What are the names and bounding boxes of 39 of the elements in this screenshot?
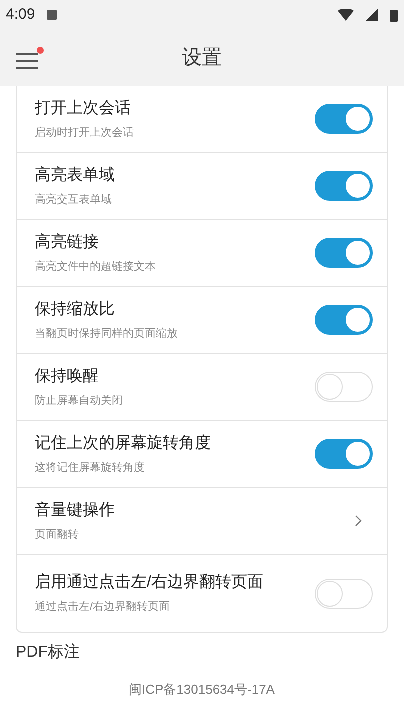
settings-row[interactable]: 保持唤醒 防止屏幕自动关闭 (17, 353, 387, 420)
notification-icon (47, 10, 58, 20)
setting-description: 高亮文件中的超链接文本 (35, 260, 157, 274)
toggle-switch[interactable] (315, 171, 373, 201)
setting-description: 启动时打开上次会话 (35, 126, 135, 140)
page-title: 设置 (182, 46, 222, 71)
setting-description: 通过点击左/右边界翻转页面 (35, 601, 172, 614)
setting-description: 防止屏幕自动关闭 (35, 394, 124, 408)
setting-title: 打开上次会话 (35, 98, 132, 118)
signal-icon (366, 9, 378, 21)
setting-description: 页面翻转 (35, 528, 80, 542)
setting-title: 高亮链接 (35, 232, 100, 252)
settings-row[interactable]: 打开上次会话 启动时打开上次会话 (17, 86, 387, 152)
settings-row[interactable]: 启用通过点击左/右边界翻转页面 通过点击左/右边界翻转页面 (17, 554, 387, 632)
setting-title: 保持缩放比 (35, 300, 116, 320)
setting-title: 音量键操作 (35, 500, 116, 520)
chevron-right-icon (355, 515, 363, 527)
toggle-switch[interactable] (315, 104, 373, 134)
status-time: 4:09 (6, 4, 36, 25)
setting-description: 这将记住屏幕旋转角度 (35, 462, 146, 474)
icp-license: 闽ICP备13015634号-17A (129, 680, 275, 699)
settings-row[interactable]: 高亮链接 高亮文件中的超链接文本 (17, 219, 387, 286)
toggle-switch[interactable] (315, 439, 373, 469)
settings-row[interactable]: 保持缩放比 当翻页时保持同样的页面缩放 (17, 286, 387, 353)
menu-button[interactable] (16, 47, 44, 69)
battery-icon (390, 8, 398, 22)
section-heading: PDF标注 (16, 643, 81, 663)
settings-row[interactable]: 记住上次的屏幕旋转角度 这将记住屏幕旋转角度 (17, 420, 387, 487)
toggle-switch[interactable] (315, 305, 373, 335)
setting-description: 高亮交互表单域 (35, 194, 113, 206)
settings-row[interactable]: 高亮表单域 高亮交互表单域 (17, 152, 387, 219)
setting-title: 保持唤醒 (35, 366, 100, 386)
setting-title: 启用通过点击左/右边界翻转页面 (35, 573, 264, 593)
setting-title: 记住上次的屏幕旋转角度 (35, 434, 212, 454)
setting-description: 当翻页时保持同样的页面缩放 (35, 328, 179, 340)
toggle-switch[interactable] (315, 238, 373, 268)
setting-title: 高亮表单域 (35, 166, 116, 186)
wifi-icon (338, 9, 354, 21)
settings-row[interactable]: 音量键操作 页面翻转 (17, 487, 387, 554)
